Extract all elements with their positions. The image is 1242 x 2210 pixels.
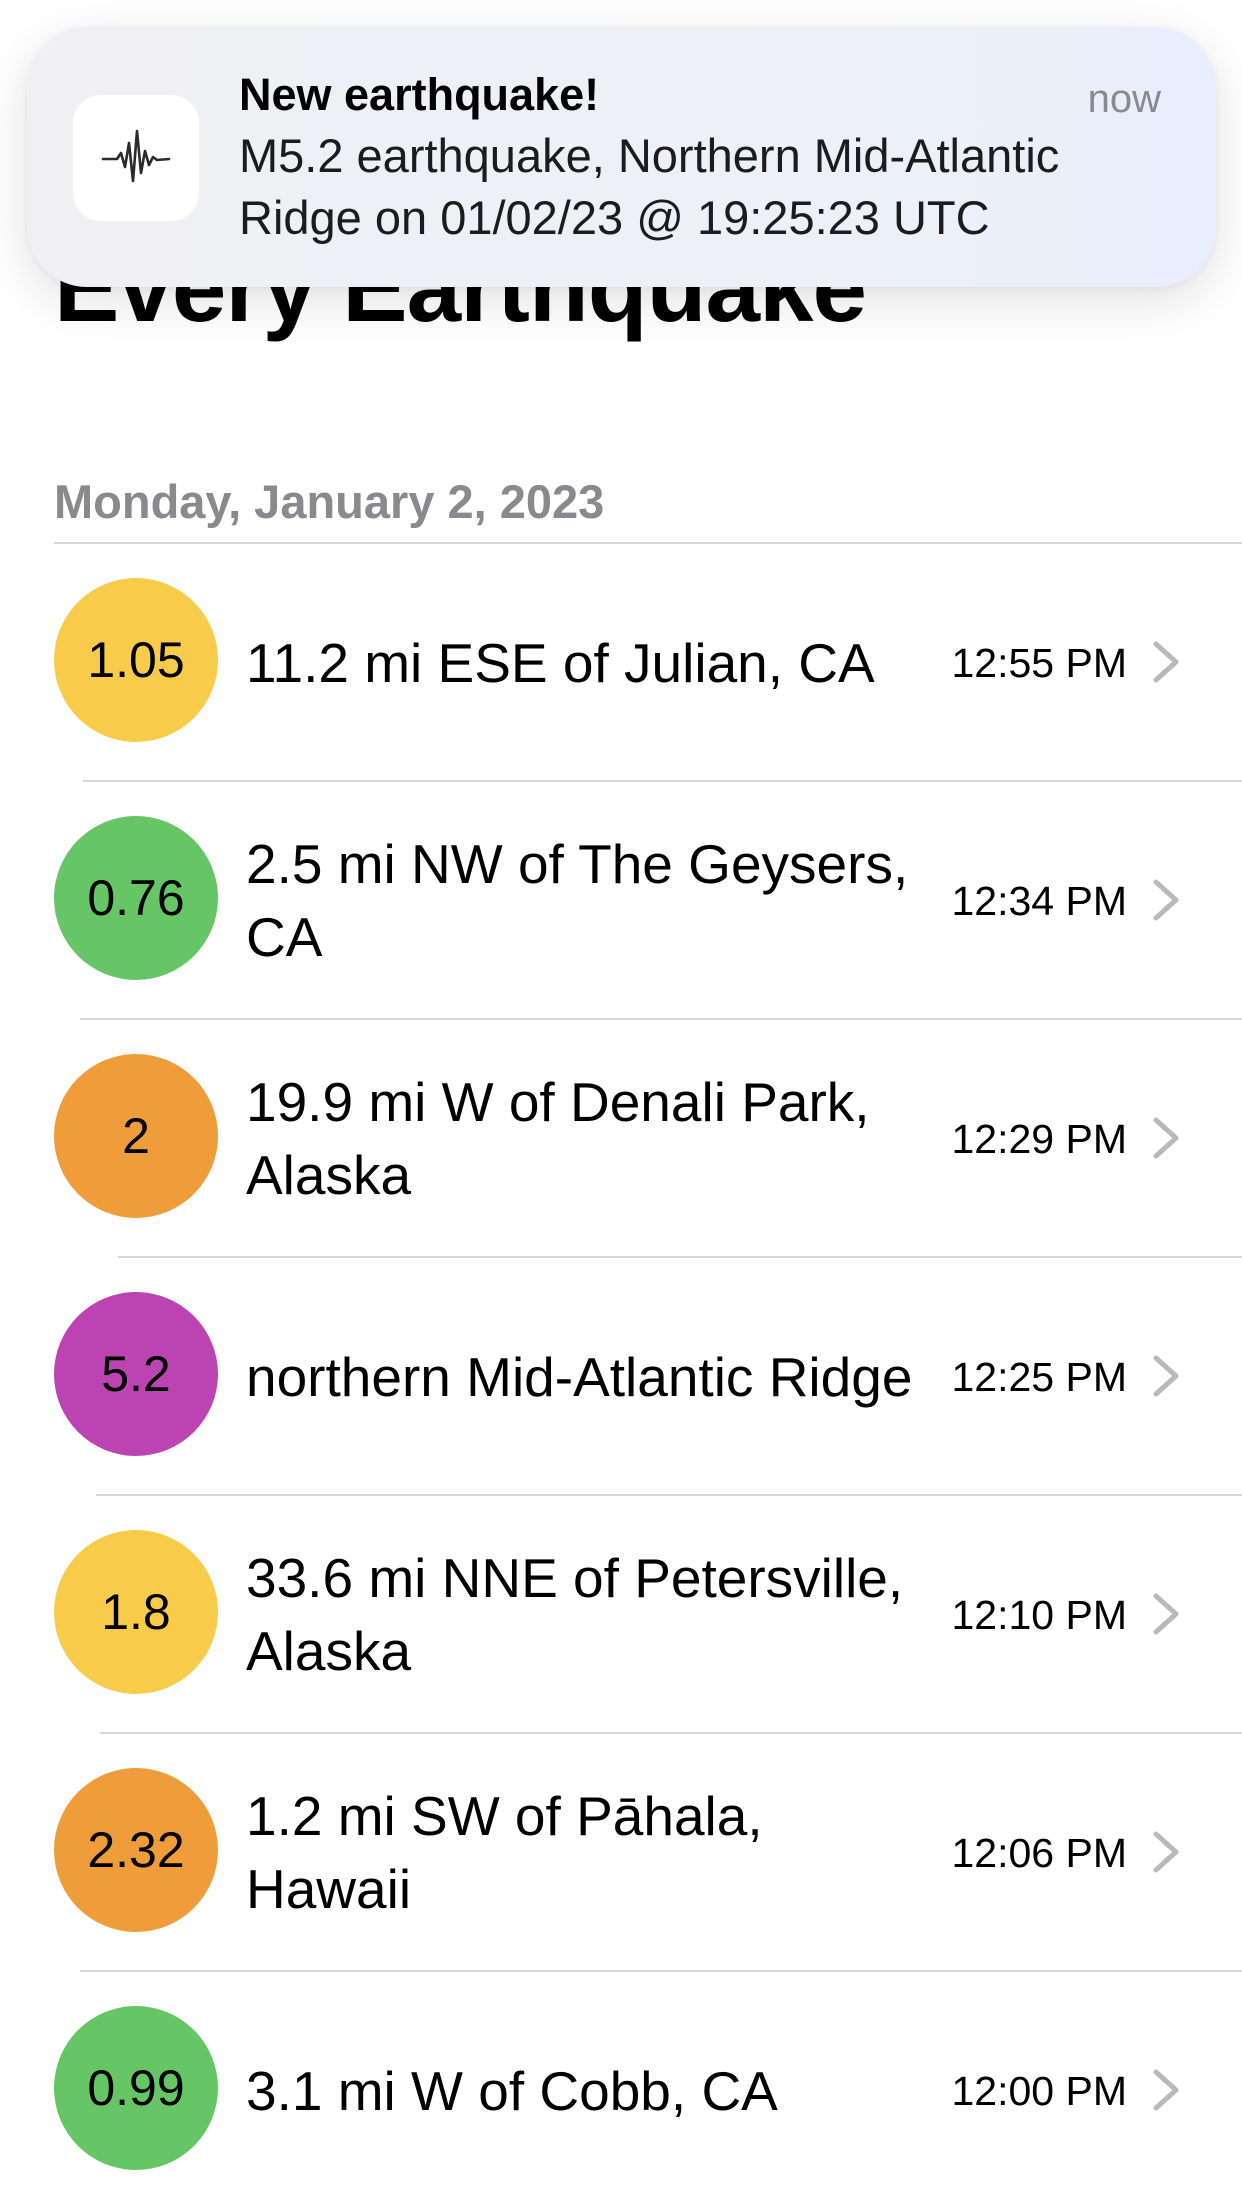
- chevron-right-icon: [1153, 879, 1179, 921]
- notification-title: New earthquake!: [239, 69, 600, 120]
- location-label: 19.9 mi W of Denali Park, Alaska: [246, 1071, 870, 1206]
- magnitude-badge: 5.2: [54, 1292, 218, 1456]
- time-label: 12:29 PM: [951, 1115, 1128, 1162]
- magnitude-badge: 0.99: [54, 2006, 218, 2170]
- magnitude-badge: 2: [54, 1054, 218, 1218]
- earthquake-row[interactable]: 1.05 11.2 mi ESE of Julian, CA 12:55 PM: [0, 544, 1242, 782]
- chevron-right-icon: [1153, 1117, 1179, 1159]
- earthquake-row[interactable]: 1.8 33.6 mi NNE of Petersville, Alaska 1…: [0, 1496, 1242, 1734]
- time-label: 12:10 PM: [951, 1591, 1128, 1638]
- time-label: 12:25 PM: [951, 1353, 1128, 1400]
- chevron-right-icon: [1153, 2069, 1179, 2111]
- location-label: 1.2 mi SW of Pāhala, Hawaii: [246, 1785, 763, 1920]
- earthquake-row[interactable]: 5.2 northern Mid-Atlantic Ridge 12:25 PM: [0, 1258, 1242, 1496]
- chevron-right-icon: [1153, 1831, 1179, 1873]
- magnitude-badge: 1.8: [54, 1530, 218, 1694]
- magnitude-badge: 0.76: [54, 816, 218, 980]
- earthquake-row[interactable]: 0.76 2.5 mi NW of The Geysers, CA 12:34 …: [0, 782, 1242, 1020]
- location-label: 2.5 mi NW of The Geysers, CA: [246, 833, 909, 968]
- location-label: 3.1 mi W of Cobb, CA: [246, 2059, 778, 2122]
- magnitude-badge: 2.32: [54, 1768, 218, 1932]
- chevron-right-icon: [1153, 1355, 1179, 1397]
- app-icon: [73, 95, 199, 221]
- notification-body: M5.2 earthquake, Northern Mid-Atlantic R…: [239, 129, 1060, 244]
- time-label: 12:00 PM: [951, 2067, 1128, 2114]
- location-label: 33.6 mi NNE of Petersville, Alaska: [246, 1547, 904, 1682]
- magnitude-badge: 1.05: [54, 578, 218, 742]
- time-label: 12:55 PM: [951, 639, 1128, 686]
- notification-time: now: [1087, 77, 1161, 121]
- time-label: 12:06 PM: [951, 1829, 1128, 1876]
- location-label: 11.2 mi ESE of Julian, CA: [246, 631, 875, 694]
- earthquake-row[interactable]: 2 19.9 mi W of Denali Park, Alaska 12:29…: [0, 1020, 1242, 1258]
- location-label: northern Mid-Atlantic Ridge: [246, 1345, 913, 1408]
- notification-banner[interactable]: New earthquake! now M5.2 earthquake, Nor…: [27, 27, 1216, 287]
- earthquake-row[interactable]: 0.99 3.1 mi W of Cobb, CA 12:00 PM: [0, 1972, 1242, 2210]
- seismograph-icon: [101, 129, 171, 183]
- earthquake-row[interactable]: 2.32 1.2 mi SW of Pāhala, Hawaii 12:06 P…: [0, 1734, 1242, 1972]
- chevron-right-icon: [1153, 641, 1179, 683]
- section-date-header: Monday, January 2, 2023: [54, 475, 605, 528]
- chevron-right-icon: [1153, 1593, 1179, 1635]
- time-label: 12:34 PM: [951, 877, 1128, 924]
